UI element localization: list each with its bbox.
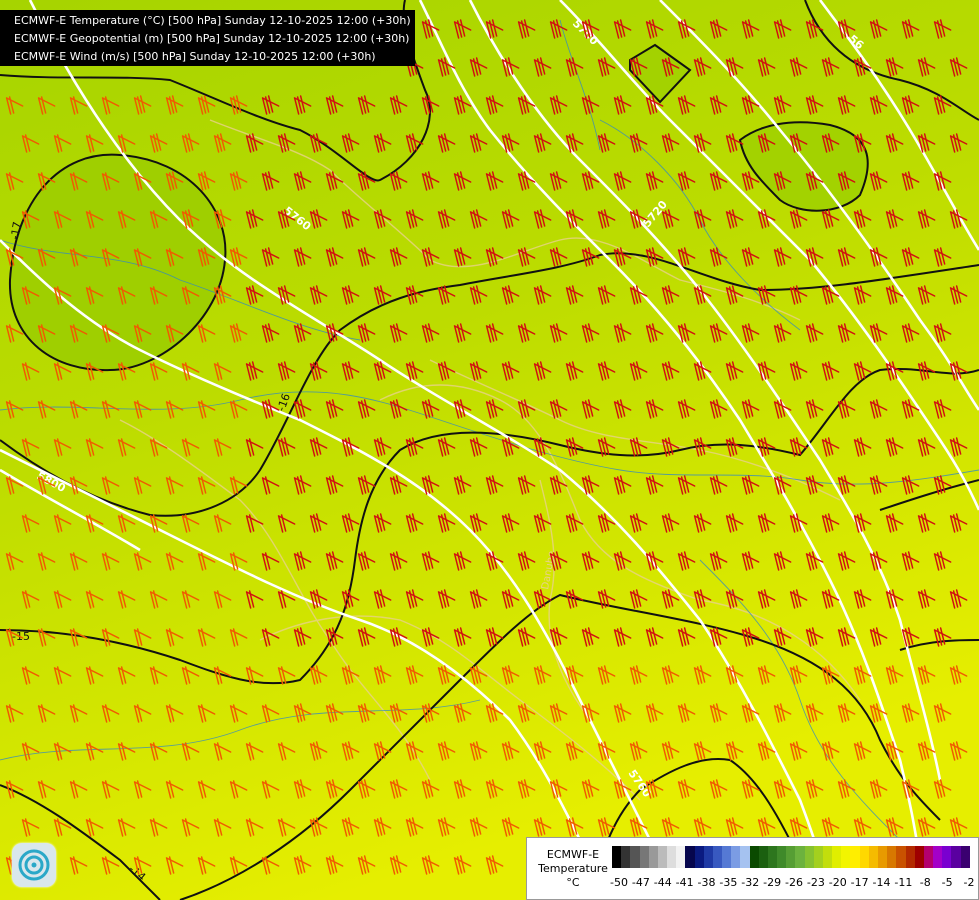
legend-swatch: [841, 846, 851, 868]
legend-swatch: [850, 846, 860, 868]
legend-swatch: [740, 846, 750, 868]
map-title-box: ECMWF-E Temperature (°C) [500 hPa] Sunda…: [0, 10, 415, 66]
legend-unit: °C: [566, 876, 580, 889]
legend-swatch: [648, 846, 658, 868]
legend-swatch: [612, 846, 622, 868]
legend-swatch: [859, 846, 869, 868]
legend-swatch: [685, 846, 695, 868]
legend-swatch: [832, 846, 842, 868]
legend-swatch: [905, 846, 915, 868]
title-line-temperature: ECMWF-E Temperature (°C) [500 hPa] Sunda…: [14, 14, 411, 27]
legend-tick: -2: [963, 876, 975, 889]
legend-swatch: [923, 846, 934, 868]
legend-tick: -44: [653, 876, 672, 889]
ecmwf-logo-icon: [12, 843, 56, 887]
legend-swatch: [914, 846, 924, 868]
legend-tick: -47: [631, 876, 650, 889]
legend-tick: -20: [828, 876, 847, 889]
legend-swatch: [896, 846, 906, 868]
legend-swatch: [703, 846, 713, 868]
legend-tick: -8: [919, 876, 931, 889]
temperature-legend: ECMWF-E Temperature °C -50 -47 -44 -41 -38 -3…: [526, 837, 979, 900]
legend-tick: -32: [741, 876, 760, 889]
legend-swatch: [868, 846, 878, 868]
legend-swatch: [795, 846, 805, 868]
legend-tick: -26: [785, 876, 803, 889]
legend-swatch: [639, 846, 649, 868]
title-line-wind: ECMWF-E Wind (m/s) [500 hPa] Sunday 12-1…: [14, 50, 376, 63]
legend-tick: -29: [763, 876, 782, 889]
legend-swatch: [786, 846, 796, 868]
legend-swatch: [758, 846, 768, 868]
legend-model: ECMWF-E: [546, 848, 600, 861]
legend-swatch: [621, 846, 631, 868]
legend-tick: -23: [806, 876, 825, 889]
legend-tick: -41: [675, 876, 694, 889]
legend-variable: Temperature: [538, 862, 608, 875]
legend-swatch: [731, 846, 741, 868]
legend-swatch: [676, 846, 686, 868]
legend-label: ECMWF-E Temperature °C: [533, 848, 613, 890]
legend-swatch: [804, 846, 814, 868]
weather-map: 5700 5720 5760 5800 5760 56 -16 -15 -14 …: [0, 0, 979, 900]
legend-swatch: [712, 846, 723, 868]
legend-tick: -35: [719, 876, 738, 889]
title-line-geopotential: ECMWF-E Geopotential (m) [500 hPa] Sunda…: [14, 32, 410, 45]
legend-tick: -38: [697, 876, 716, 889]
legend-swatch: [749, 846, 759, 868]
legend-swatch: [694, 846, 704, 868]
legend-swatch: [630, 846, 640, 868]
legend-tick: -11: [894, 876, 913, 889]
legend-color-bar: [612, 846, 970, 868]
legend-swatch: [813, 846, 823, 868]
legend-tick: -5: [941, 876, 953, 889]
legend-ticks: -50 -47 -44 -41 -38 -35 -32 -29 -26 -23 -20 -17 -14-…: [607, 876, 975, 890]
legend-swatch: [667, 846, 677, 868]
legend-swatch: [933, 846, 943, 868]
legend-swatch: [960, 846, 970, 868]
legend-swatch: [951, 846, 961, 868]
legend-swatch: [877, 846, 888, 868]
legend-swatch: [722, 846, 732, 868]
legend-tick: -17: [850, 876, 869, 889]
legend-swatch: [767, 846, 778, 868]
legend-swatch: [822, 846, 833, 868]
legend-swatch: [887, 846, 897, 868]
legend-tick: -50: [610, 876, 628, 889]
legend-tick: -14: [872, 876, 891, 889]
legend-swatch: [942, 846, 952, 868]
legend-swatch: [777, 846, 787, 868]
legend-swatch: [657, 846, 668, 868]
